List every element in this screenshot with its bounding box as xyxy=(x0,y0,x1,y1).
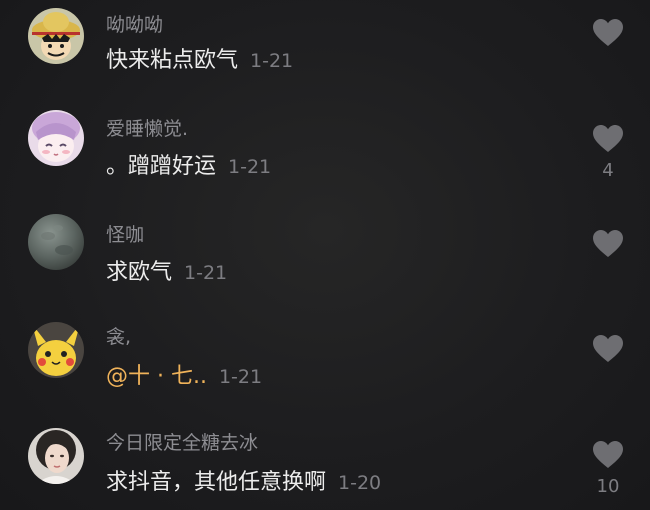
comment-username[interactable]: 衾, xyxy=(106,322,131,349)
comment-list: 呦呦呦 快来粘点欧气 1-21 爱睡懒觉. 。蹭蹭好运 1-21 4 怪咖 求欧… xyxy=(0,0,650,510)
comment-time: 1-21 xyxy=(184,262,228,284)
woman-photo-avatar[interactable] xyxy=(28,428,84,484)
comment-username[interactable]: 今日限定全糖去冰 xyxy=(106,428,258,455)
comment-text: 求抖音，其他任意换啊 xyxy=(106,470,327,495)
heart-icon xyxy=(593,19,623,46)
comment-item: 爱睡懒觉. 。蹭蹭好运 1-21 4 xyxy=(0,106,650,212)
anime-girl-avatar[interactable] xyxy=(28,110,84,166)
comment-body: 快来粘点欧气 1-21 xyxy=(106,42,293,74)
like-button[interactable] xyxy=(588,18,628,54)
comment-item: 衾, @十 · 七.. 1-21 xyxy=(0,318,650,424)
like-button[interactable] xyxy=(588,229,628,265)
comment-text: 求欧气 xyxy=(106,260,173,285)
heart-icon xyxy=(593,441,623,468)
heart-icon xyxy=(593,230,623,257)
comment-body: 。蹭蹭好运 1-21 xyxy=(106,148,271,180)
comment-body: @十 · 七.. 1-21 xyxy=(106,358,262,390)
comment-text: 。蹭蹭好运 xyxy=(106,154,217,179)
comment-username[interactable]: 呦呦呦 xyxy=(106,10,163,37)
comment-body: 求抖音，其他任意换啊 1-20 xyxy=(106,464,381,496)
like-button[interactable] xyxy=(588,334,628,370)
comment-item: 怪咖 求欧气 1-21 xyxy=(0,212,650,318)
comment-time: 1-20 xyxy=(338,472,382,494)
comment-time: 1-21 xyxy=(218,366,263,388)
comment-text: 快来粘点欧气 xyxy=(106,48,239,73)
like-count: 10 xyxy=(596,476,620,497)
comment-time: 1-21 xyxy=(228,156,272,178)
like-button[interactable]: 4 xyxy=(588,124,628,181)
comment-item: 今日限定全糖去冰 求抖音，其他任意换啊 1-20 10 xyxy=(0,422,650,510)
comment-username[interactable]: 爱睡懒觉. xyxy=(106,114,188,141)
heart-icon xyxy=(593,125,623,152)
comment-item: 呦呦呦 快来粘点欧气 1-21 xyxy=(0,0,650,106)
heart-icon xyxy=(593,335,623,362)
gray-planet-avatar[interactable] xyxy=(28,214,84,270)
like-button[interactable]: 10 xyxy=(588,440,628,497)
comment-username[interactable]: 怪咖 xyxy=(106,220,144,247)
comment-time: 1-21 xyxy=(250,50,294,72)
like-count: 4 xyxy=(602,160,614,181)
luffy-avatar[interactable] xyxy=(28,8,84,64)
comment-body: 求欧气 1-21 xyxy=(106,254,227,286)
mention-link[interactable]: @十 · 七.. xyxy=(106,358,207,390)
pikachu-avatar[interactable] xyxy=(28,322,84,378)
